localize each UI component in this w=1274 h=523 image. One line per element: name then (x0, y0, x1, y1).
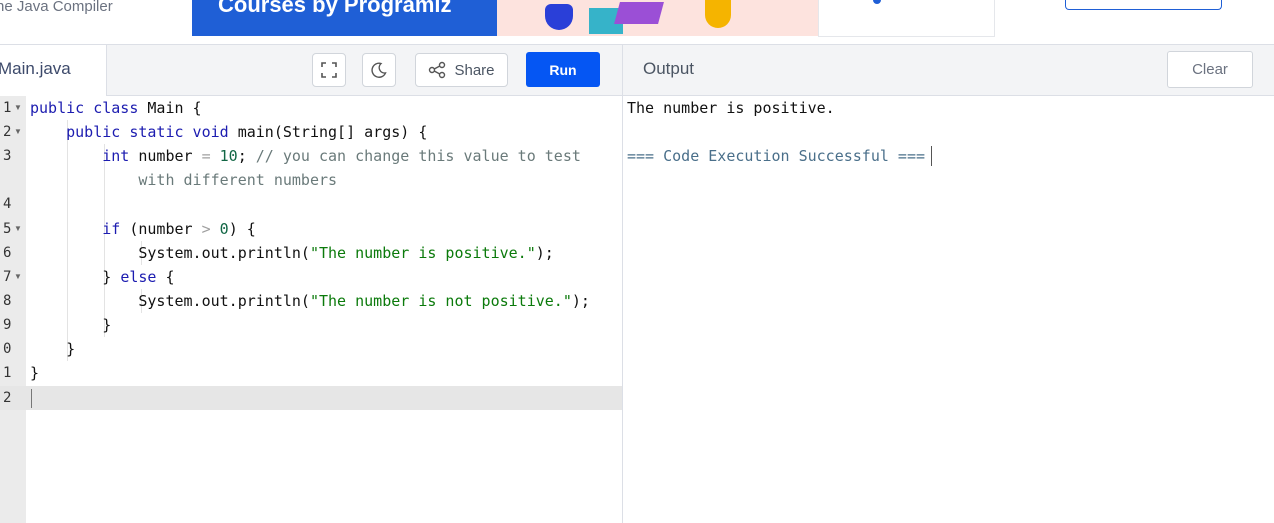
moon-icon (371, 62, 387, 78)
top-bar: ne Java Compiler Courses by Programiz (0, 0, 1274, 45)
text-cursor (31, 389, 32, 408)
line-number: 1 (3, 365, 12, 381)
fullscreen-icon (321, 62, 337, 78)
line-number: 3 (3, 148, 12, 164)
share-button[interactable]: Share (415, 53, 508, 87)
code-line: } else { (30, 268, 175, 286)
line-number: 6 (3, 245, 12, 261)
code-line: System.out.println("The number is not po… (30, 292, 590, 310)
file-tab-label: Main.java (0, 59, 71, 78)
ad-headline: Courses by Programiz (218, 0, 452, 17)
line-number: 2 (3, 124, 12, 140)
ad-side-panel (818, 0, 995, 37)
output-success-line: === Code Execution Successful === (627, 147, 926, 165)
theme-toggle-button[interactable] (362, 53, 396, 87)
file-tab-main-java[interactable]: Main.java (0, 45, 107, 96)
code-editor[interactable]: 1 2 3 4 5 6 7 8 9 0 1 2 ▼ ▼ ▼ ▼ public c… (0, 96, 622, 523)
fold-arrow-icon[interactable]: ▼ (14, 96, 22, 120)
code-line: public class Main { (30, 99, 202, 117)
line-number: 5 (3, 221, 12, 237)
code-line: } (30, 316, 112, 334)
fold-arrow-icon[interactable]: ▼ (14, 217, 22, 241)
code-line: } (30, 364, 40, 382)
share-label: Share (454, 61, 495, 79)
fullscreen-button[interactable] (312, 53, 346, 87)
line-number: 0 (3, 341, 12, 357)
line-number: 2 (3, 390, 12, 406)
code-line: public static void main(String[] args) { (66, 123, 428, 141)
output-cursor (931, 146, 932, 166)
code-line: if (number > 0) { (102, 220, 256, 238)
ad-banner[interactable]: Courses by Programiz (192, 0, 818, 36)
line-number: 4 (3, 196, 12, 212)
active-line-highlight (0, 386, 622, 410)
code-line: int number = 10; // you can change this … (102, 147, 581, 165)
site-title: ne Java Compiler (0, 0, 113, 15)
fold-arrow-icon[interactable]: ▼ (14, 120, 22, 144)
top-nav-button[interactable] (1065, 0, 1222, 10)
run-button[interactable]: Run (526, 52, 600, 87)
code-line: with different numbers (138, 171, 338, 189)
output-line: The number is positive. (627, 99, 835, 117)
output-panel[interactable]: The number is positive. === Code Executi… (623, 96, 1274, 523)
ad-illustration (497, 0, 818, 36)
editor-header: Main.java Share Run (0, 45, 622, 96)
output-header: Output Clear (623, 45, 1274, 96)
output-title: Output (643, 59, 695, 78)
line-number: 1 (3, 100, 12, 116)
clear-button[interactable]: Clear (1167, 51, 1253, 88)
share-icon (429, 61, 446, 79)
fold-arrow-icon[interactable]: ▼ (14, 265, 22, 289)
line-number: 9 (3, 317, 12, 333)
code-line: } (30, 340, 76, 358)
line-number: 7 (3, 269, 12, 285)
code-line: System.out.println("The number is positi… (30, 244, 554, 262)
line-number: 8 (3, 293, 12, 309)
